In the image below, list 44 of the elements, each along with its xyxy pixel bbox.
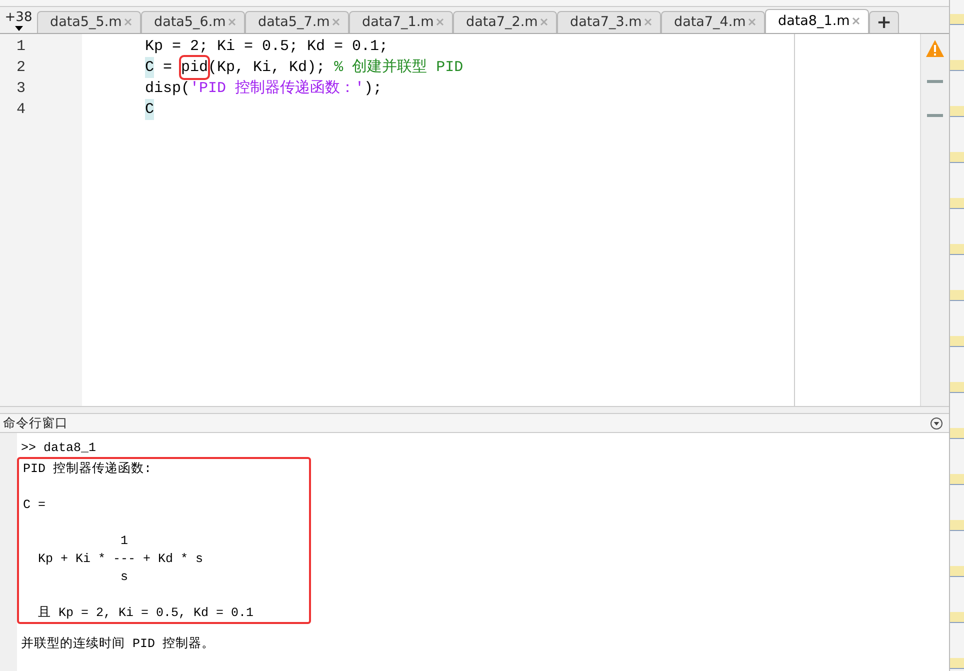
file-tab[interactable]: data5_7.m <box>245 10 349 33</box>
panel-title: 命令行窗口 <box>3 414 68 432</box>
file-tab[interactable]: data7_4.m <box>661 10 765 33</box>
formula-line: 1 <box>120 533 130 550</box>
code-comment: % 创建并联型 PID <box>334 58 464 78</box>
close-icon[interactable] <box>540 18 548 26</box>
code-text: C <box>145 98 154 120</box>
marker-dash[interactable] <box>927 80 944 83</box>
line-number: 1 <box>15 36 26 57</box>
close-icon[interactable] <box>332 18 340 26</box>
code-text: Kp = 2; Ki = 0.5; Kd = 0.1; <box>145 36 388 57</box>
code-text: = <box>162 58 174 78</box>
close-icon[interactable] <box>644 18 652 26</box>
file-tab[interactable]: data7_2.m <box>453 10 557 33</box>
close-icon[interactable] <box>228 18 236 26</box>
file-tab[interactable]: data7_1.m <box>349 10 453 33</box>
output-line: 且 Kp = 2, Ki = 0.5, Kd = 0.1 <box>37 605 255 622</box>
code-text: (Kp, Ki, Kd); <box>208 58 326 78</box>
code-text: pid <box>181 56 208 78</box>
output-line: C = <box>23 497 47 514</box>
close-icon[interactable] <box>748 18 756 26</box>
output-line: PID 控制器传递函数: <box>23 460 153 478</box>
warning-icon[interactable] <box>926 40 944 57</box>
panel-menu-icon[interactable] <box>930 416 944 430</box>
line-number: 3 <box>15 78 26 99</box>
output-line: 并联型的连续时间 PID 控制器。 <box>21 636 216 653</box>
code-text: disp( <box>145 78 190 99</box>
formula-line: s <box>120 569 130 586</box>
code-text: ); <box>364 78 382 99</box>
file-tab[interactable]: data5_5.m <box>37 10 141 33</box>
new-tab-button[interactable]: + <box>869 10 899 33</box>
formula-line: Kp + Ki * --- + Kd * s <box>37 551 204 568</box>
file-tab[interactable]: data7_3.m <box>557 10 661 33</box>
code-string: 'PID 控制器传递函数：' <box>190 78 364 99</box>
close-icon[interactable] <box>124 18 132 26</box>
marker-dash[interactable] <box>927 114 944 117</box>
close-icon[interactable] <box>852 17 860 26</box>
line-number: 4 <box>15 100 26 120</box>
code-text: C <box>145 56 154 78</box>
close-icon[interactable] <box>436 18 444 26</box>
line-number: 2 <box>15 58 26 78</box>
file-tab[interactable]: data5_6.m <box>141 10 245 33</box>
command-prompt: >> data8_1 <box>21 440 98 457</box>
file-tab[interactable]: data8_1.m <box>765 8 869 33</box>
